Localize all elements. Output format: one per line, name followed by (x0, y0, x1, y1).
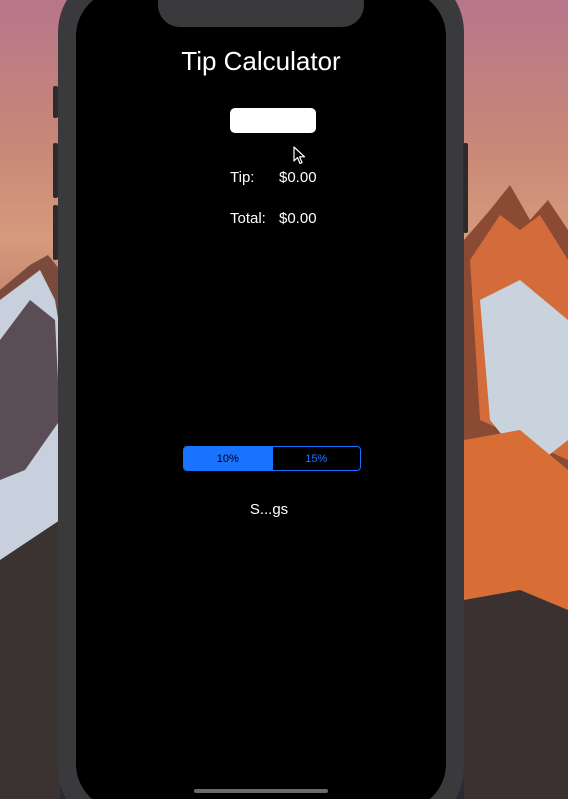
volume-down-button (53, 205, 58, 260)
bill-amount-input[interactable] (230, 108, 316, 133)
total-amount: $0.00 (279, 210, 317, 227)
total-label: Total: (230, 210, 266, 227)
tip-segment-10[interactable]: 10% (184, 447, 272, 470)
mute-switch (53, 86, 58, 118)
desktop-stage: Tip Calculator Tip: $0.00 Total: $0.00 1… (0, 0, 568, 799)
tip-amount: $0.00 (279, 169, 317, 186)
phone-notch (158, 0, 364, 27)
power-button (463, 143, 468, 233)
volume-up-button (53, 143, 58, 198)
tip-label: Tip: (230, 169, 255, 186)
mouse-cursor-icon (293, 146, 306, 165)
settings-button[interactable]: S...gs (230, 501, 308, 518)
tip-segment-15[interactable]: 15% (271, 447, 360, 470)
page-title: Tip Calculator (181, 46, 341, 76)
home-indicator (194, 789, 328, 793)
tip-percentage-segmented-control[interactable]: 10% 15% (183, 446, 361, 471)
